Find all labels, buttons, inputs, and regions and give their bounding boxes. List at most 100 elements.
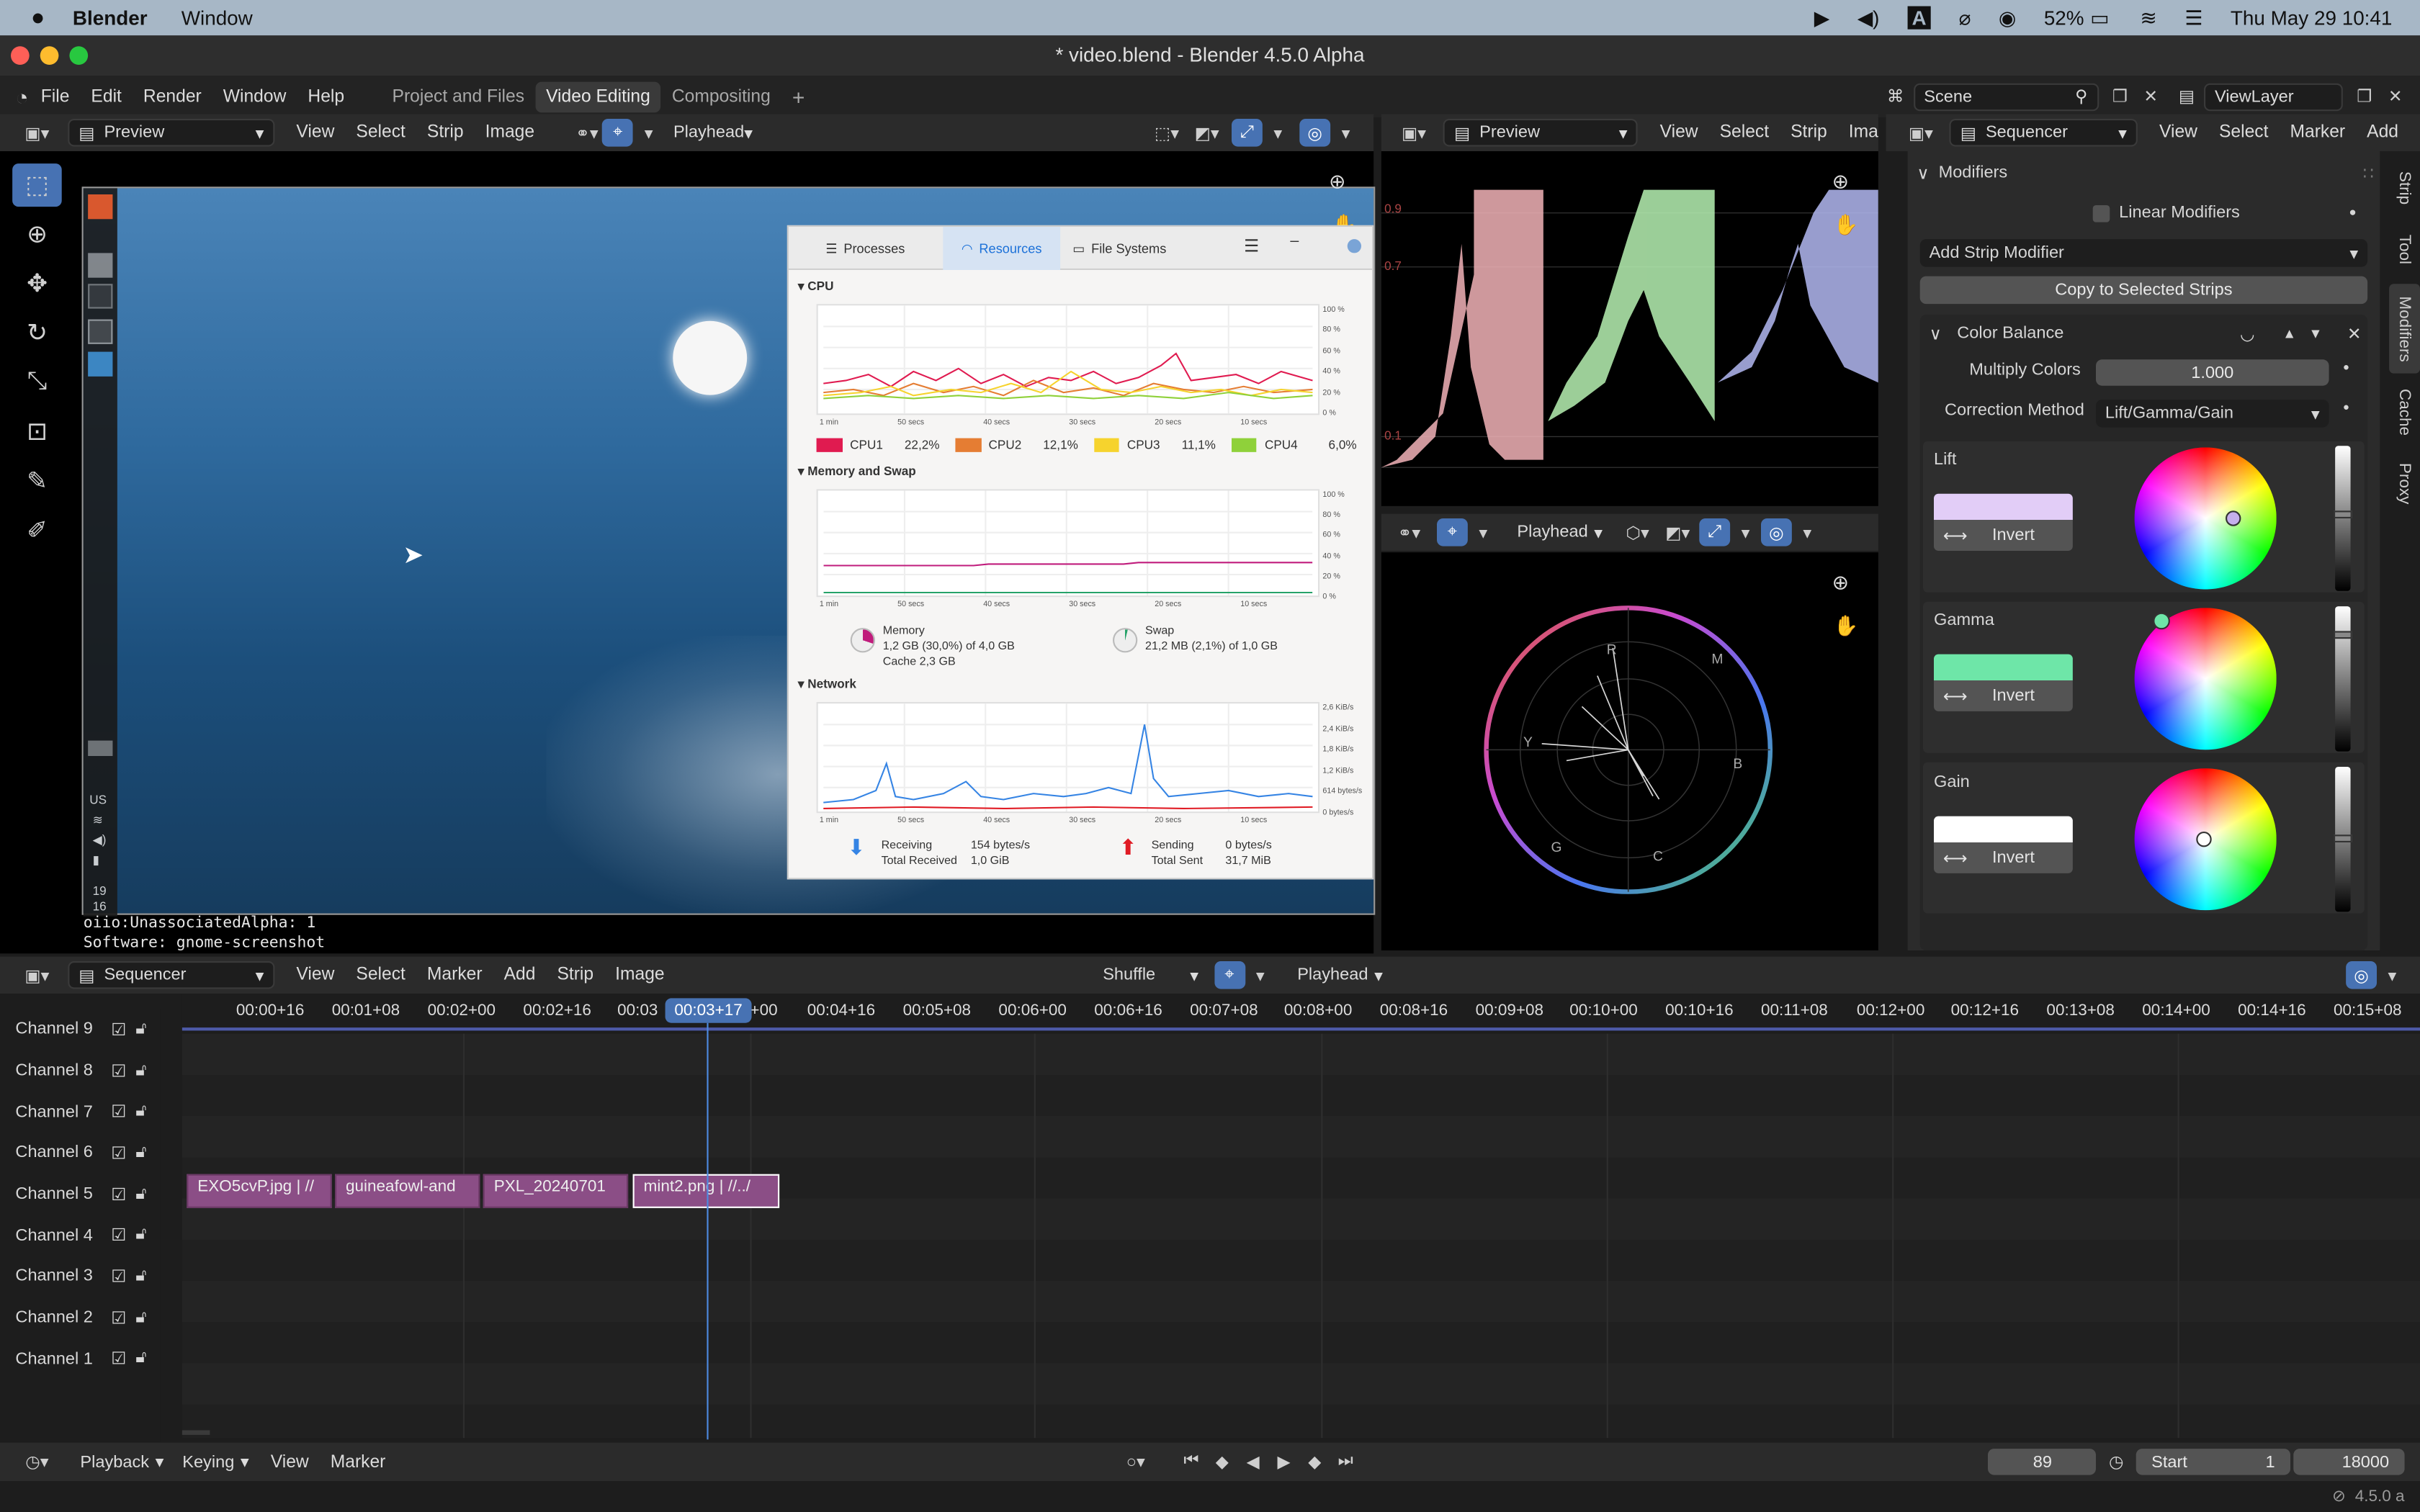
network-section-title[interactable]: ▾ Network [798,678,856,691]
record-icon[interactable]: ○▾ [1120,1448,1151,1476]
tab-file-systems[interactable]: ▭ File Systems [1072,236,1166,261]
gamma-color-wheel[interactable] [2134,608,2277,750]
gizmo-icon[interactable]: ⤢ [1699,518,1731,546]
snap-icon[interactable]: ⌖ [1436,518,1468,546]
lift-value-slider[interactable] [2335,446,2351,591]
hamburger-menu-icon[interactable]: ☰ [1244,236,1259,256]
checkbox[interactable] [2092,204,2110,222]
vscope-zoom-icon[interactable]: ⊕ [1832,571,1849,595]
editor-type-icon[interactable]: ▣▾ [1394,119,1434,147]
lock-icon[interactable]: 🔓︎ [135,1308,146,1328]
add-workspace-icon[interactable]: + [781,78,816,114]
move-down-icon[interactable]: ▼ [2308,325,2322,341]
remove-modifier-icon[interactable]: ✕ [2347,323,2362,343]
control-center-icon[interactable]: ☰ [2184,6,2202,30]
select-tool-icon[interactable]: ⬚ [12,163,62,207]
channel-6[interactable]: Channel 6 ☑ 🔓︎ [0,1133,161,1174]
channels-icon[interactable]: ◩▾ [1662,518,1693,546]
link-icon[interactable]: ⚭▾ [572,119,603,147]
mute-checkbox[interactable]: ☑ [111,1349,126,1369]
tab-video-editing[interactable]: Video Editing [535,81,661,112]
mute-checkbox[interactable]: ☑ [111,1308,126,1328]
preview1-mode-dropdown[interactable]: ▤ Preview ▾ [68,119,275,147]
sample-tool-icon[interactable]: ✎ [12,460,62,503]
cpu-section-title[interactable]: ▾ CPU [798,279,834,293]
seq-snap-icon[interactable]: ⌖ [1214,961,1245,989]
menu-render[interactable]: Render [143,87,202,106]
lift-color-wheel[interactable] [2134,447,2277,590]
correction-animate-dot[interactable]: ● [2343,402,2349,413]
sysmon-close-icon[interactable] [1347,239,1361,253]
footer-menu-view[interactable]: View [271,1452,309,1471]
keying-dropdown[interactable]: Keying ▾ [173,1448,258,1476]
lock-icon[interactable]: 🔓︎ [135,1143,146,1164]
move-up-icon[interactable]: ▲ [2282,325,2296,341]
lock-icon[interactable]: 🔓︎ [135,1102,146,1122]
tab-cache[interactable]: Cache [2389,379,2420,444]
color-balance-header[interactable]: ∨ Color Balance ◡ ▲ ▼ ✕ [1930,321,2362,346]
multiply-animate-dot[interactable]: ● [2343,363,2349,374]
preview2-menu-image[interactable]: Ima [1849,123,1878,142]
seq-overlay-options-icon[interactable]: ▾ [2377,961,2408,989]
preview2-menu-view[interactable]: View [1660,123,1698,142]
next-keyframe-icon[interactable]: ◆ [1299,1448,1330,1476]
current-frame-field[interactable]: 89 [1988,1449,2097,1475]
seq-menu-marker[interactable]: Marker [427,966,483,984]
linear-modifiers-checkbox[interactable]: Linear Modifiers [2092,204,2240,222]
cursor-tool-icon[interactable]: ⊕ [12,213,62,256]
lift-invert-button[interactable]: ⟷ Invert [1934,520,2073,551]
play-icon[interactable]: ▶ [1268,1448,1299,1476]
bluetooth-off-icon[interactable]: ⌀ [1959,6,1971,30]
scope-pan-hand-icon[interactable]: ✋ [1834,213,1859,238]
channel-4[interactable]: Channel 4 ☑ 🔓︎ [0,1215,161,1256]
menu-help[interactable]: Help [308,87,344,106]
linear-animate-dot[interactable]: ● [2349,205,2356,219]
preview1-playhead-dropdown[interactable]: Playhead ▾ [664,119,760,147]
editor-type-icon[interactable]: ▣▾ [15,961,58,989]
menu-edit[interactable]: Edit [91,87,121,106]
editor-type-icon[interactable]: ▣▾ [15,119,58,147]
menu-file[interactable]: File [41,87,70,106]
strip-guineafowl[interactable]: guineafowl-and [335,1174,480,1208]
seq-menu-view[interactable]: View [296,966,334,984]
seq-menu-select[interactable]: Select [356,966,405,984]
gamma-value-slider[interactable] [2335,606,2351,752]
move-tool-icon[interactable]: ✥ [12,262,62,305]
timeline-scrollbar[interactable] [182,1430,210,1435]
current-frame-indicator[interactable]: 00:03+17 [665,998,752,1023]
gizmo-options-icon[interactable]: ▾ [1263,119,1294,147]
delete-viewlayer-icon[interactable]: ✕ [2380,83,2411,111]
sidebar-menu-marker[interactable]: Marker [2290,123,2345,142]
seq-menu-image[interactable]: Image [615,966,665,984]
gamma-wheel-cursor[interactable] [2153,612,2170,630]
vectorscope-playhead-dropdown[interactable]: Playhead ▾ [1508,518,1610,546]
tab-modifiers[interactable]: Modifiers [2389,284,2420,374]
modifiers-panel-header[interactable]: ∨ Modifiers ∷ [1917,161,2373,185]
new-scene-icon[interactable]: ❐ [2105,83,2136,111]
new-viewlayer-icon[interactable]: ❐ [2349,83,2380,111]
overlay-icon[interactable]: ◎ [1761,518,1792,546]
vectorscope-area[interactable]: R M B C G Y ⊕ ✋ [1381,552,1878,950]
mute-checkbox[interactable]: ☑ [111,1184,126,1205]
play-reverse-icon[interactable]: ◀ [1237,1448,1268,1476]
viewlayer-icon[interactable]: ▤ [2179,86,2195,107]
tab-strip[interactable]: Strip [2389,161,2420,216]
channel-5[interactable]: Channel 5 ☑ 🔓︎ [0,1174,161,1215]
overlay-icon[interactable]: ◎ [1299,119,1331,147]
datetime[interactable]: Thu May 29 10:41 [2231,6,2393,30]
correction-method-dropdown[interactable]: Lift/Gamma/Gain ▾ [2096,400,2329,428]
lift-color-swatch[interactable] [1934,493,2073,521]
channel-2[interactable]: Channel 2 ☑ 🔓︎ [0,1297,161,1338]
zoom-icon[interactable]: ⊕ [1329,170,1345,194]
user-icon[interactable]: ◉ [1999,6,2016,30]
timeline-editor-icon[interactable]: ◷▾ [15,1448,58,1476]
sidebar-menu-view[interactable]: View [2159,123,2197,142]
lock-icon[interactable]: 🔓︎ [135,1020,146,1040]
channel-9[interactable]: Channel 9 ☑ 🔓︎ [0,1009,161,1050]
sidebar-menu-select[interactable]: Select [2219,123,2269,142]
tab-compositing[interactable]: Compositing [661,81,781,112]
channels-icon[interactable]: ◩▾ [1191,119,1222,147]
preview1-menu-view[interactable]: View [296,123,334,142]
tab-proxy[interactable]: Proxy [2389,451,2420,516]
editor-type-icon[interactable]: ▣▾ [1901,119,1940,147]
